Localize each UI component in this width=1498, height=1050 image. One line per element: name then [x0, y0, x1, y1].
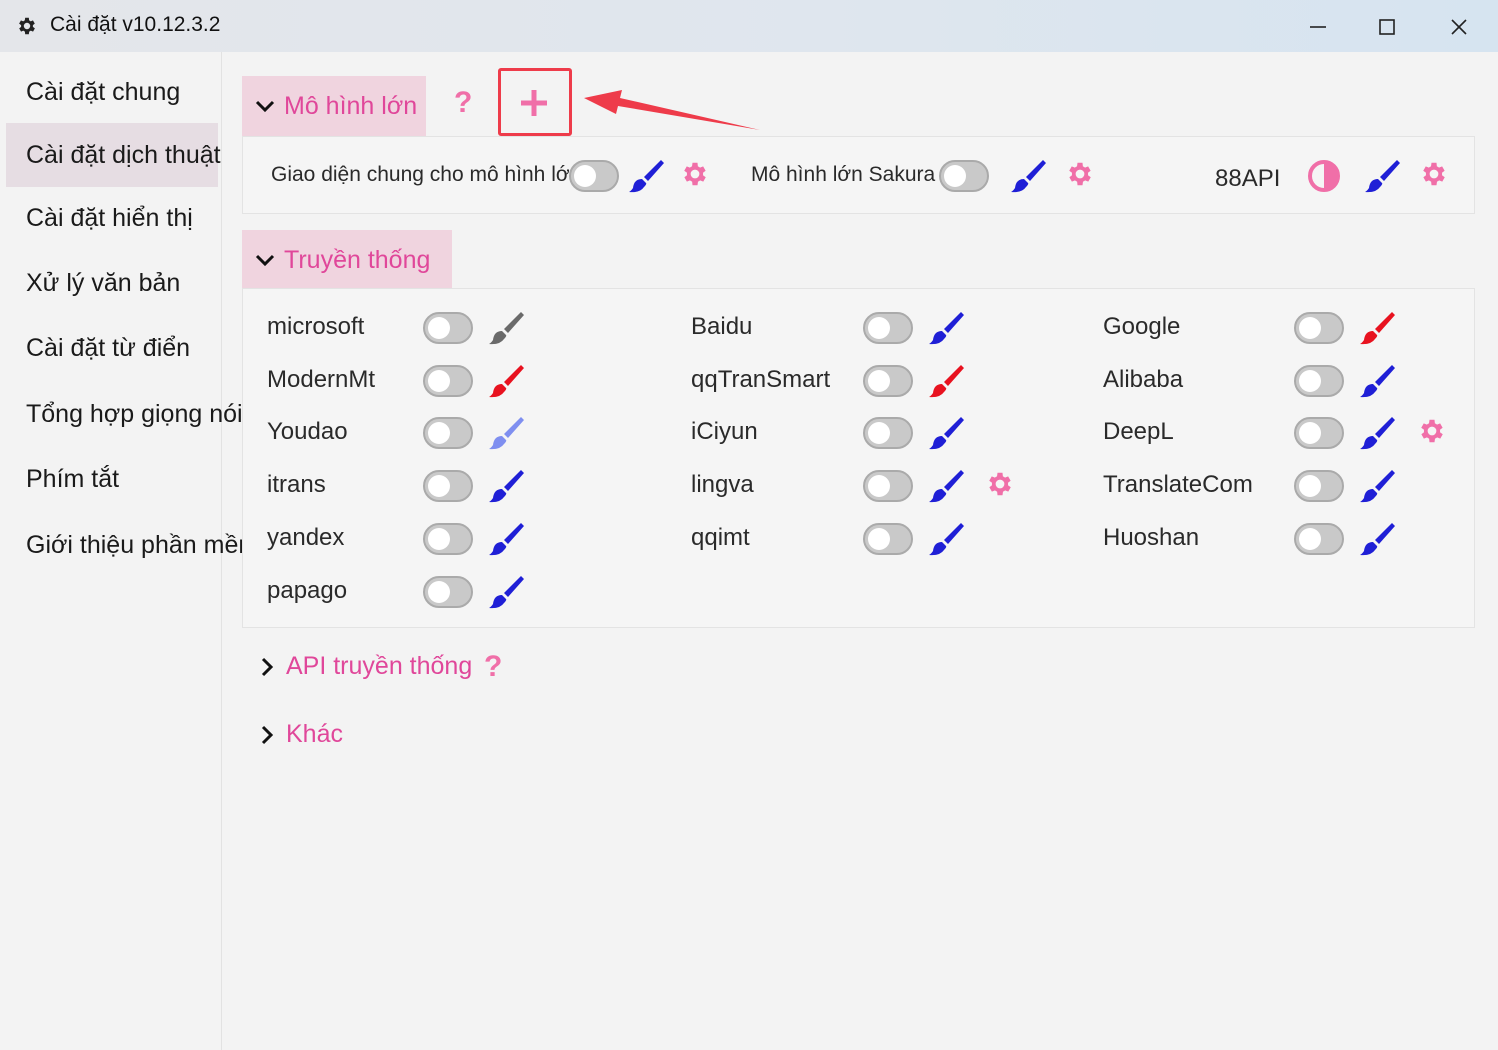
- other-section-header[interactable]: Khác: [256, 720, 343, 749]
- traditional-section-title: Truyền thống: [284, 245, 431, 274]
- engine-label-alibaba: Alibaba: [1103, 366, 1184, 393]
- brush-icon[interactable]: [1011, 157, 1047, 193]
- engine-label-baidu: Baidu: [691, 313, 753, 340]
- engine-label-huoshan: Huoshan: [1103, 524, 1200, 551]
- brush-icon[interactable]: [1360, 520, 1396, 556]
- engine-label-qqtransmart: qqTranSmart: [691, 366, 831, 393]
- engine-label-yandex: yandex: [267, 524, 345, 551]
- large-model-section-header[interactable]: Mô hình lớn: [242, 76, 426, 136]
- engine-label-iciyun: iCiyun: [691, 418, 758, 445]
- maximize-icon: [1379, 19, 1395, 35]
- engine-toggle-baidu[interactable]: [863, 312, 913, 344]
- brush-icon[interactable]: [629, 157, 665, 193]
- engine-label-deepl: DeepL: [1103, 418, 1174, 445]
- engine-toggle-itrans[interactable]: [423, 470, 473, 502]
- engine-toggle-google[interactable]: [1294, 312, 1344, 344]
- settings-gear-icon[interactable]: [985, 469, 1015, 499]
- api-traditional-title: API truyền thống: [286, 652, 473, 680]
- sidebar-item-dictionary[interactable]: Cài đặt từ điển: [6, 316, 218, 380]
- engine-label-google: Google: [1103, 313, 1181, 340]
- brush-icon[interactable]: [1360, 362, 1396, 398]
- engine-label-lingva: lingva: [691, 471, 754, 498]
- sidebar: Cài đặt chung Cài đặt dịch thuật Cài đặt…: [0, 52, 259, 1050]
- chevron-right-icon: [261, 725, 274, 744]
- brush-icon[interactable]: [929, 309, 965, 345]
- highlight-box: [498, 68, 572, 136]
- settings-gear-icon[interactable]: [680, 159, 710, 189]
- engine-toggle-lingva[interactable]: [863, 470, 913, 502]
- brush-icon[interactable]: [489, 520, 525, 556]
- sidebar-item-general[interactable]: Cài đặt chung: [6, 60, 218, 124]
- engine-toggle-qqimt[interactable]: [863, 523, 913, 555]
- engine-toggle-huoshan[interactable]: [1294, 523, 1344, 555]
- engine-toggle-yandex[interactable]: [423, 523, 473, 555]
- sidebar-item-hotkeys[interactable]: Phím tắt: [6, 447, 218, 511]
- traditional-section-header[interactable]: Truyền thống: [242, 230, 452, 290]
- title-bar: Cài đặt v10.12.3.2: [0, 0, 1498, 52]
- brush-icon[interactable]: [489, 414, 525, 450]
- engine-toggle-iciyun[interactable]: [863, 417, 913, 449]
- brush-icon[interactable]: [489, 309, 525, 345]
- minimize-icon: [1310, 26, 1326, 28]
- large-model-general-label: Giao diện chung cho mô hình lớn: [271, 163, 582, 186]
- engine-toggle-modernmt[interactable]: [423, 365, 473, 397]
- engine-toggle-translatecom[interactable]: [1294, 470, 1344, 502]
- help-icon[interactable]: ?: [484, 650, 502, 684]
- brush-icon[interactable]: [929, 362, 965, 398]
- brush-icon[interactable]: [1360, 309, 1396, 345]
- engine-label-translatecom: TranslateCom: [1103, 471, 1253, 498]
- window-title: Cài đặt v10.12.3.2: [50, 13, 221, 36]
- other-section-title: Khác: [286, 720, 343, 748]
- brush-icon[interactable]: [929, 520, 965, 556]
- engine-toggle-youdao[interactable]: [423, 417, 473, 449]
- brush-icon[interactable]: [489, 467, 525, 503]
- brush-icon[interactable]: [1360, 467, 1396, 503]
- close-icon: [1451, 19, 1467, 35]
- engine-toggle-papago[interactable]: [423, 576, 473, 608]
- brush-icon[interactable]: [929, 467, 965, 503]
- brush-icon[interactable]: [1360, 414, 1396, 450]
- maximize-button[interactable]: [1364, 10, 1410, 44]
- engine-toggle-deepl[interactable]: [1294, 417, 1344, 449]
- traditional-panel: microsoft ModernMt Youdao itrans yandex papag…: [242, 288, 1475, 628]
- engine-label-modernmt: ModernMt: [267, 366, 376, 393]
- settings-gear-icon[interactable]: [1419, 159, 1449, 189]
- large-model-section-title: Mô hình lớn: [284, 91, 418, 120]
- chevron-right-icon: [261, 657, 274, 676]
- gear-icon: [19, 17, 35, 35]
- close-button[interactable]: [1436, 10, 1482, 44]
- brush-icon[interactable]: [489, 362, 525, 398]
- large-model-general-toggle[interactable]: [569, 160, 619, 192]
- brush-icon[interactable]: [489, 573, 525, 609]
- brush-icon[interactable]: [929, 414, 965, 450]
- help-icon[interactable]: ?: [454, 86, 472, 120]
- chevron-down-icon: [255, 100, 275, 113]
- settings-gear-icon[interactable]: [1417, 416, 1447, 446]
- sidebar-item-text-processing[interactable]: Xử lý văn bản: [6, 251, 218, 315]
- engine-label-youdao: Youdao: [267, 418, 348, 445]
- large-model-panel: Giao diện chung cho mô hình lớn Mô hình …: [242, 136, 1475, 214]
- half-toggle-icon[interactable]: [1307, 159, 1341, 193]
- sidebar-item-translation[interactable]: Cài đặt dịch thuật: [6, 123, 221, 187]
- engine-label-microsoft: microsoft: [267, 313, 365, 340]
- api88-label: 88API: [1215, 165, 1281, 192]
- engine-label-papago: papago: [267, 577, 348, 604]
- chevron-down-icon: [255, 254, 275, 267]
- sidebar-item-about[interactable]: Giới thiệu phần mềm: [6, 513, 259, 577]
- engine-toggle-alibaba[interactable]: [1294, 365, 1344, 397]
- settings-gear-icon[interactable]: [1065, 159, 1095, 189]
- api-traditional-section-header[interactable]: API truyền thống: [256, 652, 472, 681]
- annotation-arrow-icon: [584, 90, 760, 130]
- sakura-label: Mô hình lớn Sakura: [751, 163, 936, 186]
- engine-label-itrans: itrans: [267, 471, 326, 498]
- engine-toggle-qqtransmart[interactable]: [863, 365, 913, 397]
- minimize-button[interactable]: [1295, 10, 1341, 44]
- engine-toggle-microsoft[interactable]: [423, 312, 473, 344]
- engine-label-qqimt: qqimt: [691, 524, 750, 551]
- sakura-toggle[interactable]: [939, 160, 989, 192]
- sidebar-item-display[interactable]: Cài đặt hiển thị: [6, 186, 218, 250]
- main-content: Mô hình lớn ? Giao diện chung cho mô hìn…: [222, 52, 1498, 1050]
- brush-icon[interactable]: [1365, 157, 1401, 193]
- sidebar-item-speech[interactable]: Tổng hợp giọng nói: [6, 382, 243, 446]
